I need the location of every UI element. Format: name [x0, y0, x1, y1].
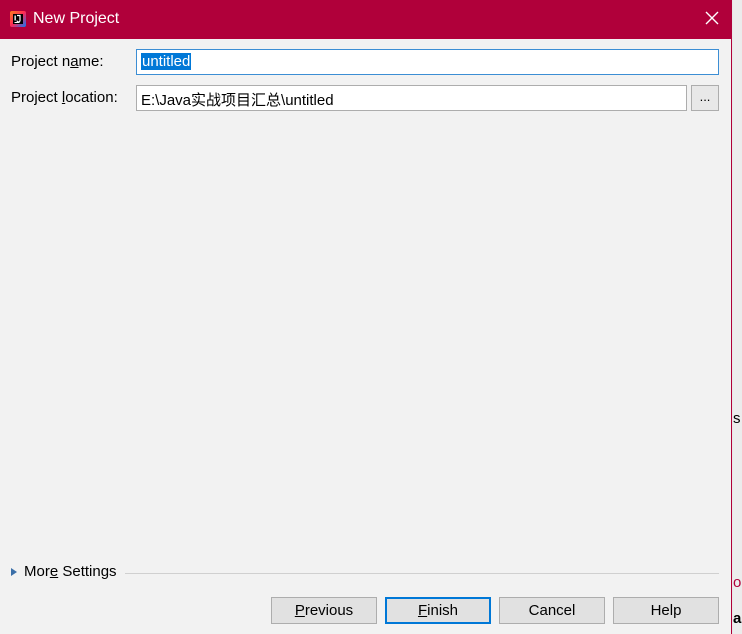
background-text: ar: [733, 610, 742, 627]
intellij-idea-icon: [10, 11, 26, 27]
background-text: or: [733, 574, 742, 591]
window-title: New Project: [33, 10, 120, 27]
project-name-input[interactable]: untitled: [136, 49, 719, 75]
browse-button[interactable]: ...: [691, 85, 719, 111]
close-button[interactable]: [692, 0, 732, 39]
project-location-input[interactable]: E:\Java实战项目汇总\untitled: [136, 85, 687, 111]
title-bar[interactable]: New Project: [0, 0, 732, 39]
background-text: s .: [733, 410, 742, 427]
finish-button[interactable]: Finish: [385, 597, 491, 624]
more-settings-toggle[interactable]: More Settings: [11, 563, 117, 580]
expand-arrow-icon: [11, 567, 17, 576]
background-window: s . or ar: [733, 0, 742, 634]
close-icon: [705, 11, 719, 29]
project-location-label: Project location:: [11, 89, 118, 106]
previous-button[interactable]: Previous: [271, 597, 377, 624]
project-name-label: Project name:: [11, 53, 104, 70]
project-name-value: untitled: [141, 53, 192, 70]
new-project-dialog: New Project Project name: untitled Proje…: [0, 0, 732, 634]
help-button[interactable]: Help: [613, 597, 719, 624]
cancel-button[interactable]: Cancel: [499, 597, 605, 624]
more-settings-label: More Settings: [24, 563, 117, 580]
more-settings-divider: [125, 573, 719, 574]
project-location-value: E:\Java实战项目汇总\untitled: [141, 92, 334, 109]
